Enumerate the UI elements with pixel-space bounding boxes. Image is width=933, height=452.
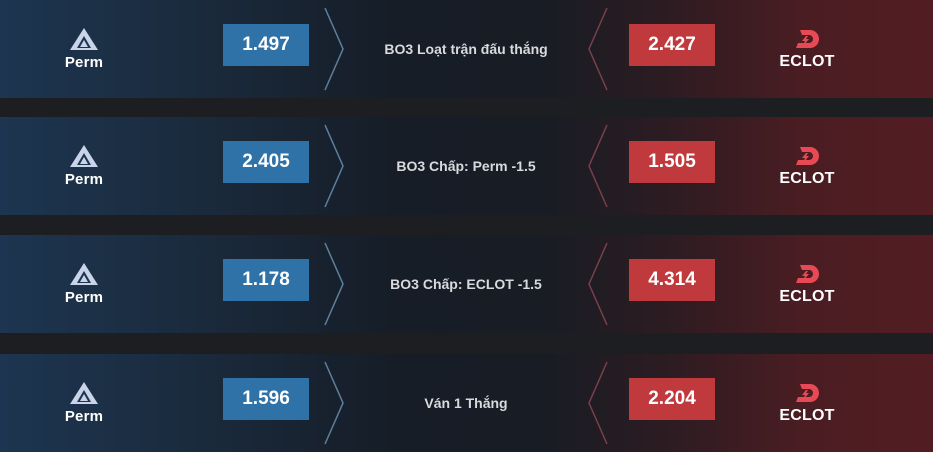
away-odds-button[interactable]: 2.204 xyxy=(629,378,715,420)
away-odds-button[interactable]: 4.314 xyxy=(629,259,715,301)
chevron-divider-icon xyxy=(324,361,344,445)
away-team-name: ECLOT xyxy=(779,406,835,424)
chevron-divider-icon xyxy=(324,242,344,326)
eclot-logo-icon xyxy=(796,146,819,165)
away-team-name: ECLOT xyxy=(779,52,835,70)
perm-logo-icon xyxy=(70,145,98,167)
chevron-divider-icon xyxy=(324,124,344,208)
home-odds-button[interactable]: 2.405 xyxy=(223,141,309,183)
home-team-name: Perm xyxy=(64,408,104,425)
away-team-name: ECLOT xyxy=(779,169,835,187)
market-row: Perm 1.596 Ván 1 Thắng 2.204 ECLOT xyxy=(0,354,933,452)
chevron-divider-icon xyxy=(588,361,608,445)
market-label: BO3 Loạt trận đấu thắng xyxy=(384,41,548,57)
away-team: ECLOT xyxy=(752,235,862,333)
home-team: Perm xyxy=(29,354,139,452)
perm-logo-icon xyxy=(70,28,98,50)
away-team-name: ECLOT xyxy=(779,287,835,305)
market-label: Ván 1 Thắng xyxy=(424,395,508,411)
away-team: ECLOT xyxy=(752,0,862,98)
away-odds-button[interactable]: 2.427 xyxy=(629,24,715,66)
home-team: Perm xyxy=(29,0,139,98)
away-team: ECLOT xyxy=(752,117,862,215)
chevron-divider-icon xyxy=(588,242,608,326)
eclot-logo-icon xyxy=(796,383,819,402)
home-team: Perm xyxy=(29,235,139,333)
betting-board: Perm 1.497 BO3 Loạt trận đấu thắng 2.427… xyxy=(0,0,933,452)
market-row: Perm 1.497 BO3 Loạt trận đấu thắng 2.427… xyxy=(0,0,933,98)
market-row: Perm 1.178 BO3 Chấp: ECLOT -1.5 4.314 EC… xyxy=(0,235,933,333)
home-team: Perm xyxy=(29,117,139,215)
eclot-logo-icon xyxy=(796,264,819,283)
away-odds-button[interactable]: 1.505 xyxy=(629,141,715,183)
market-label: BO3 Chấp: Perm -1.5 xyxy=(396,158,536,174)
perm-logo-icon xyxy=(70,382,98,404)
home-odds-button[interactable]: 1.178 xyxy=(223,259,309,301)
eclot-logo-icon xyxy=(796,29,819,48)
market-row: Perm 2.405 BO3 Chấp: Perm -1.5 1.505 ECL… xyxy=(0,117,933,215)
home-odds-button[interactable]: 1.596 xyxy=(223,378,309,420)
home-team-name: Perm xyxy=(64,54,104,71)
chevron-divider-icon xyxy=(588,124,608,208)
market-label: BO3 Chấp: ECLOT -1.5 xyxy=(390,276,542,292)
perm-logo-icon xyxy=(70,263,98,285)
home-team-name: Perm xyxy=(64,289,104,306)
home-team-name: Perm xyxy=(64,171,104,188)
chevron-divider-icon xyxy=(324,7,344,91)
away-team: ECLOT xyxy=(752,354,862,452)
chevron-divider-icon xyxy=(588,7,608,91)
home-odds-button[interactable]: 1.497 xyxy=(223,24,309,66)
